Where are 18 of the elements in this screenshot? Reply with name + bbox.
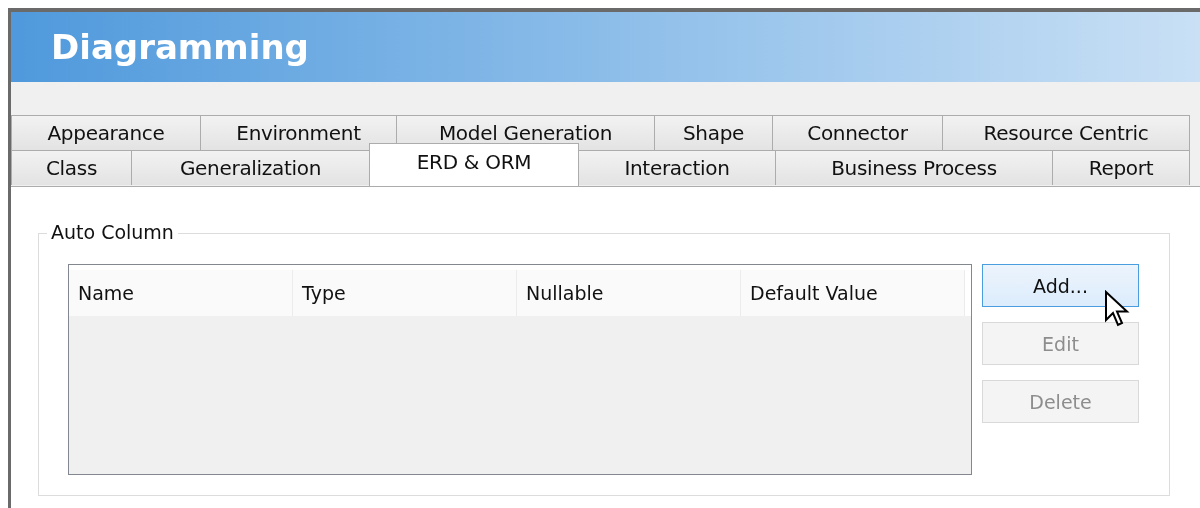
tab[interactable]: ERD & ORM (369, 143, 579, 186)
column-header[interactable]: Default Value (741, 270, 965, 316)
tab[interactable]: Interaction (578, 150, 776, 185)
tab[interactable]: Report (1052, 150, 1190, 185)
tab[interactable]: Class (11, 150, 132, 185)
tab[interactable]: Generalization (131, 150, 370, 185)
tab[interactable]: Shape (654, 115, 773, 150)
tab[interactable]: Connector (772, 115, 943, 150)
tab[interactable]: Resource Centric (942, 115, 1190, 150)
tab[interactable]: Appearance (11, 115, 201, 150)
tab[interactable]: Business Process (775, 150, 1053, 185)
column-header[interactable]: Type (293, 270, 517, 316)
tab[interactable]: Environment (200, 115, 397, 150)
column-header[interactable]: Nullable (517, 270, 741, 316)
window-title: Diagramming (11, 12, 1200, 82)
column-header[interactable]: Name (69, 270, 293, 316)
action-button[interactable]: Add... (982, 264, 1139, 307)
mouse-pointer-icon (1104, 290, 1130, 328)
